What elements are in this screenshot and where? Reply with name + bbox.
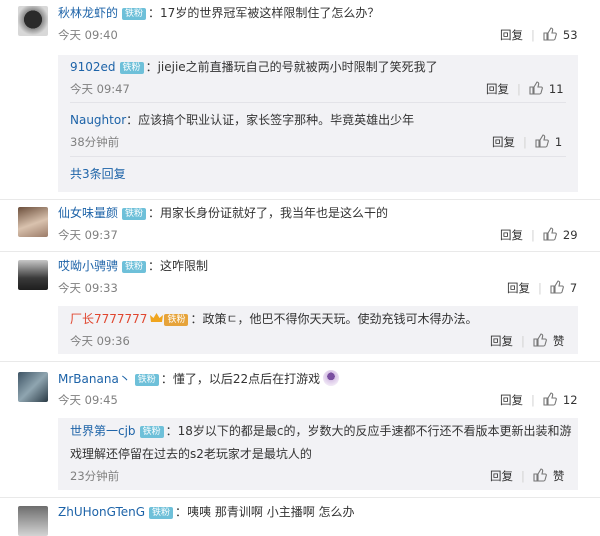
reply-text: ：jiejie之前直播玩自己的号就被两小时限制了笑死我了 [145, 60, 438, 74]
reply-line: 厂长7777777 铁粉 ：政策ㄷ，他巴不得你天天玩。使劲充钱可木得办法。 [70, 311, 478, 327]
comment-time: 今天 09:33 [58, 281, 118, 295]
comment-actions: 回复 | 29 [500, 227, 578, 242]
comment-line: 仙女味量颜 铁粉 ：用家长身份证就好了，我当年也是这么干的 [58, 205, 388, 221]
username-link[interactable]: Naughtor [70, 113, 126, 127]
comment-time: 今天 09:37 [58, 228, 118, 242]
reply-text: ：应该搞个职业认证，家长签字那种。毕竟英雄出少年 [126, 113, 415, 127]
like-count: 29 [562, 228, 578, 242]
like-icon[interactable] [529, 81, 543, 95]
fan-badge: 铁粉 [134, 374, 159, 386]
fan-badge: 铁粉 [149, 507, 174, 519]
reply-button[interactable]: 回复 [486, 82, 509, 96]
username-link[interactable]: 秋林龙虾的 [58, 6, 118, 20]
emoji-icon [323, 370, 340, 386]
reply-button[interactable]: 回复 [492, 135, 515, 149]
username-link[interactable]: 哎呦小骋骋 [58, 259, 118, 273]
comment-sep: ： [160, 372, 173, 386]
comment-actions: 回复 | 12 [500, 392, 578, 407]
comment-text: 用家长身份证就好了，我当年也是这么干的 [160, 206, 389, 220]
username-link[interactable]: ZhUHonGTenG [58, 505, 145, 519]
comment-sep: ： [148, 259, 161, 273]
reply-box: 厂长7777777 铁粉 ：政策ㄷ，他巴不得你天天玩。使劲充钱可木得办法。 今天 0… [58, 306, 578, 354]
reply-line: 世界第一cjb 铁粉 ：18岁以下的都是最c的，岁数大的反应手速都不行还不看版本更新… [70, 423, 571, 439]
username-link[interactable]: MrBanana丶 [58, 372, 131, 386]
reply-time: 38分钟前 [70, 135, 120, 149]
reply-button[interactable]: 回复 [490, 334, 513, 348]
crown-icon [150, 312, 164, 323]
like-icon[interactable] [543, 392, 557, 406]
reply-time: 今天 09:47 [70, 82, 130, 96]
comment-line: 哎呦小骋骋 铁粉 ：这咋限制 [58, 258, 208, 274]
reply-text: ：政策ㄷ，他巴不得你天天玩。使劲充钱可木得办法。 [190, 312, 478, 326]
comment-text: 懂了，以后22点后在打游戏 [172, 372, 321, 386]
reply-actions: 回复 | 1 [492, 134, 563, 149]
like-icon[interactable] [533, 468, 547, 482]
reply-actions: 回复 | 赞 [490, 333, 565, 348]
avatar[interactable] [18, 6, 48, 36]
reply-button[interactable]: 回复 [500, 393, 523, 407]
username-link[interactable]: 9102ed [70, 60, 116, 74]
reply-box: 世界第一cjb 铁粉 ：18岁以下的都是最c的，岁数大的反应手速都不行还不看版本更新… [58, 418, 578, 490]
more-replies-link[interactable]: 共3条回复 [70, 166, 126, 182]
comment-time: 今天 09:45 [58, 393, 118, 407]
avatar[interactable] [18, 506, 48, 536]
like-count: 7 [569, 281, 578, 295]
reply-time: 今天 09:36 [70, 334, 130, 348]
reply-line: 9102ed 铁粉 ：jiejie之前直播玩自己的号就被两小时限制了笑死我了 [70, 59, 438, 75]
like-icon[interactable] [533, 333, 547, 347]
like-count: 1 [554, 135, 563, 149]
like-icon[interactable] [535, 134, 549, 148]
comment-text: 咦咦 那青训啊 小主播啊 怎么办 [187, 505, 355, 519]
like-icon[interactable] [543, 227, 557, 241]
reply-text: 戏理解还停留在过去的s2老玩家才是最坑人的 [70, 447, 312, 461]
comment-actions: 回复 | 7 [507, 280, 578, 295]
fan-badge: 铁粉 [164, 314, 189, 326]
like-count: 53 [562, 28, 578, 42]
comment-sep: ： [148, 6, 161, 20]
username-link[interactable]: 世界第一cjb [70, 424, 136, 438]
username-link[interactable]: 仙女味量颜 [58, 206, 118, 220]
fan-badge: 铁粉 [122, 8, 147, 20]
avatar[interactable] [18, 372, 48, 402]
comment-sep: ： [175, 505, 188, 519]
comment-line: MrBanana丶 铁粉 ：懂了，以后22点后在打游戏 [58, 370, 340, 387]
username-link[interactable]: 厂长7777777 [70, 312, 147, 326]
reply-text: ：18岁以下的都是最c的，岁数大的反应手速都不行还不看版本更新出装和游 [165, 424, 572, 438]
fan-badge: 铁粉 [122, 261, 147, 273]
comment-text: 这咋限制 [160, 259, 209, 273]
fan-badge: 铁粉 [122, 208, 147, 220]
reply-button[interactable]: 回复 [500, 28, 523, 42]
like-label: 赞 [552, 334, 565, 348]
like-label: 赞 [552, 469, 565, 483]
like-icon[interactable] [550, 280, 564, 294]
reply-button[interactable]: 回复 [500, 228, 523, 242]
avatar[interactable] [18, 260, 48, 290]
comment-sep: ： [148, 206, 161, 220]
like-count: 11 [548, 82, 564, 96]
comment-time: 今天 09:40 [58, 28, 118, 42]
reply-line-cont: 戏理解还停留在过去的s2老玩家才是最坑人的 [70, 446, 312, 462]
like-count: 12 [562, 393, 578, 407]
reply-time: 23分钟前 [70, 469, 120, 483]
reply-actions: 回复 | 11 [486, 81, 564, 96]
comment-text: 17岁的世界冠军被这样限制住了怎么办？ [160, 6, 380, 20]
comment-actions: 回复 | 53 [500, 27, 578, 42]
reply-button[interactable]: 回复 [507, 281, 530, 295]
comment-line: 秋林龙虾的 铁粉 ：17岁的世界冠军被这样限制住了怎么办？ [58, 5, 379, 21]
fan-badge: 铁粉 [119, 62, 144, 74]
reply-actions: 回复 | 赞 [490, 468, 565, 483]
comment-line: ZhUHonGTenG 铁粉 ：咦咦 那青训啊 小主播啊 怎么办 [58, 504, 355, 520]
reply-button[interactable]: 回复 [490, 469, 513, 483]
reply-line: Naughtor：应该搞个职业认证，家长签字那种。毕竟英雄出少年 [70, 112, 414, 128]
reply-box: 9102ed 铁粉 ：jiejie之前直播玩自己的号就被两小时限制了笑死我了 今天 … [58, 55, 578, 192]
fan-badge: 铁粉 [139, 426, 164, 438]
like-icon[interactable] [543, 27, 557, 41]
avatar[interactable] [18, 207, 48, 237]
